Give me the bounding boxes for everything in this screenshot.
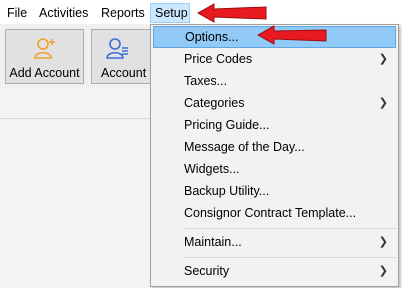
menu-item-pricing-guide-label: Pricing Guide... [184,118,270,132]
chevron-right-icon: ❯ [378,53,388,65]
menu-item-options-label: Options... [185,30,239,44]
menu-item-categories-label: Categories [184,96,245,110]
menu-item-price-codes[interactable]: Price Codes ❯ [153,48,396,70]
menu-item-taxes-label: Taxes... [184,74,228,88]
chevron-right-icon: ❯ [378,265,388,277]
menu-item-maintain[interactable]: Maintain... ❯ [153,231,396,253]
menu-item-backup-utility-label: Backup Utility... [184,184,270,198]
menu-item-pricing-guide[interactable]: Pricing Guide... [153,114,396,136]
menu-item-maintain-label: Maintain... [184,235,242,249]
menu-activities[interactable]: Activities [37,3,90,23]
add-account-label: Add Account [9,66,80,80]
divider [0,118,150,119]
menu-item-security-label: Security [184,264,230,278]
toolbar: Add Account Account L [0,24,150,88]
account-list-button[interactable]: Account L [91,29,150,84]
menu-item-categories[interactable]: Categories ❯ [153,92,396,114]
chevron-right-icon: ❯ [378,97,388,109]
menu-file[interactable]: File [5,3,29,23]
content-area [0,88,150,288]
account-list-label: Account L [101,66,150,80]
menu-item-backup-utility[interactable]: Backup Utility... [153,180,396,202]
add-account-button[interactable]: Add Account [5,29,84,84]
menu-item-consignor-contract-template[interactable]: Consignor Contract Template... [153,202,396,224]
menu-setup[interactable]: Setup [150,3,190,23]
add-account-icon [33,38,55,59]
menu-separator [183,228,396,229]
annotation-arrow-icon [256,25,327,45]
menu-item-widgets-label: Widgets... [184,162,240,176]
chevron-right-icon: ❯ [378,236,388,248]
menu-item-widgets[interactable]: Widgets... [153,158,396,180]
menu-item-taxes[interactable]: Taxes... [153,70,396,92]
menu-item-message-of-the-day[interactable]: Message of the Day... [153,136,396,158]
menu-item-message-of-the-day-label: Message of the Day... [184,140,305,154]
account-list-icon [106,38,128,59]
menu-reports[interactable]: Reports [99,3,147,23]
menu-item-security[interactable]: Security ❯ [153,260,396,282]
menu-item-consignor-contract-template-label: Consignor Contract Template... [184,206,357,220]
menu-separator [183,257,396,258]
menu-item-price-codes-label: Price Codes [184,52,253,66]
setup-dropdown-menu: Options... Price Codes ❯ Taxes... Catego… [150,24,399,287]
